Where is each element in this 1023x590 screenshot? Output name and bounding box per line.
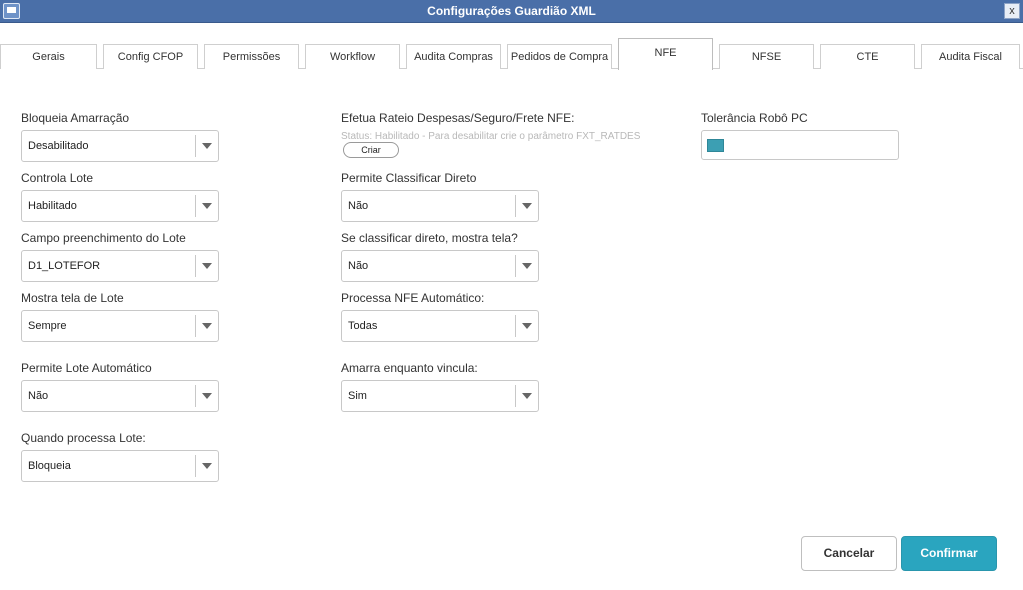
processa-lote-select[interactable]: Bloqueia	[21, 450, 219, 482]
processa-lote-label: Quando processa Lote:	[21, 431, 146, 445]
tab-nfe[interactable]: NFE	[618, 38, 713, 70]
color-swatch[interactable]	[707, 139, 724, 152]
amarra-vincula-label: Amarra enquanto vincula:	[341, 361, 478, 375]
chevron-down-icon[interactable]	[202, 143, 212, 149]
classificar-direto-select[interactable]: Não	[341, 190, 539, 222]
tab-pedidos-de-compra[interactable]: Pedidos de Compra	[507, 44, 612, 69]
mostra-tela-lote-label: Mostra tela de Lote	[21, 291, 124, 305]
campo-lote-select[interactable]: D1_LOTEFOR	[21, 250, 219, 282]
select-value: Não	[28, 390, 49, 402]
select-value: Sempre	[28, 320, 67, 332]
tab-audita-compras[interactable]: Audita Compras	[406, 44, 501, 69]
lote-automatico-select[interactable]: Não	[21, 380, 219, 412]
tab-permissoes[interactable]: Permissões	[204, 44, 299, 69]
bloqueia-amarracao-label: Bloqueia Amarração	[21, 111, 130, 125]
chevron-down-icon[interactable]	[202, 463, 212, 469]
select-value: Não	[348, 260, 369, 272]
select-value: D1_LOTEFOR	[28, 260, 101, 272]
select-value: Sim	[348, 390, 367, 402]
select-value: Habilitado	[28, 200, 77, 212]
confirm-button[interactable]: Confirmar	[901, 536, 997, 571]
select-divider	[195, 385, 196, 407]
controla-lote-label: Controla Lote	[21, 171, 94, 185]
select-value: Todas	[348, 320, 378, 332]
select-divider	[195, 315, 196, 337]
select-divider	[515, 385, 516, 407]
select-divider	[515, 255, 516, 277]
chevron-down-icon[interactable]	[202, 393, 212, 399]
bloqueia-amarracao-select[interactable]: Desabilitado	[21, 130, 219, 162]
chevron-down-icon[interactable]	[522, 203, 532, 209]
select-value: Desabilitado	[28, 140, 89, 152]
tab-nfse[interactable]: NFSE	[719, 44, 814, 69]
criar-button[interactable]: Criar	[343, 142, 399, 158]
close-button[interactable]: x	[1004, 3, 1020, 19]
tab-config-cfop[interactable]: Config CFOP	[103, 44, 198, 69]
chevron-down-icon[interactable]	[202, 263, 212, 269]
rateio-status-text: Status: Habilitado - Para desabilitar cr…	[341, 131, 641, 142]
window-title: Configurações Guardião XML	[427, 4, 596, 18]
tab-workflow[interactable]: Workflow	[305, 44, 400, 69]
chevron-down-icon[interactable]	[202, 203, 212, 209]
mostra-tela-label: Se classificar direto, mostra tela?	[341, 231, 518, 245]
campo-lote-label: Campo preenchimento do Lote	[21, 231, 186, 245]
select-divider	[195, 455, 196, 477]
select-divider	[515, 315, 516, 337]
select-value: Bloqueia	[28, 460, 71, 472]
tolerancia-input[interactable]	[701, 130, 899, 160]
chevron-down-icon[interactable]	[522, 323, 532, 329]
select-divider	[195, 255, 196, 277]
mostra-tela-select[interactable]: Não	[341, 250, 539, 282]
lote-automatico-label: Permite Lote Automático	[21, 361, 152, 375]
cancel-button[interactable]: Cancelar	[801, 536, 897, 571]
tolerancia-label: Tolerância Robô PC	[701, 111, 808, 125]
select-divider	[515, 195, 516, 217]
chevron-down-icon[interactable]	[522, 263, 532, 269]
controla-lote-select[interactable]: Habilitado	[21, 190, 219, 222]
select-value: Não	[348, 200, 369, 212]
rateio-label: Efetua Rateio Despesas/Seguro/Frete NFE:	[341, 111, 575, 125]
chevron-down-icon[interactable]	[522, 393, 532, 399]
mostra-tela-lote-select[interactable]: Sempre	[21, 310, 219, 342]
amarra-vincula-select[interactable]: Sim	[341, 380, 539, 412]
processa-nfe-label: Processa NFE Automático:	[341, 291, 485, 305]
select-divider	[195, 135, 196, 157]
tab-cte[interactable]: CTE	[820, 44, 915, 69]
tab-gerais[interactable]: Gerais	[0, 44, 97, 69]
tab-bar: Gerais Config CFOP Permissões Workflow A…	[0, 23, 1023, 70]
tab-audita-fiscal[interactable]: Audita Fiscal	[921, 44, 1020, 69]
classificar-direto-label: Permite Classificar Direto	[341, 171, 477, 185]
select-divider	[195, 195, 196, 217]
chevron-down-icon[interactable]	[202, 323, 212, 329]
processa-nfe-select[interactable]: Todas	[341, 310, 539, 342]
title-bar: Configurações Guardião XML x	[0, 0, 1023, 23]
